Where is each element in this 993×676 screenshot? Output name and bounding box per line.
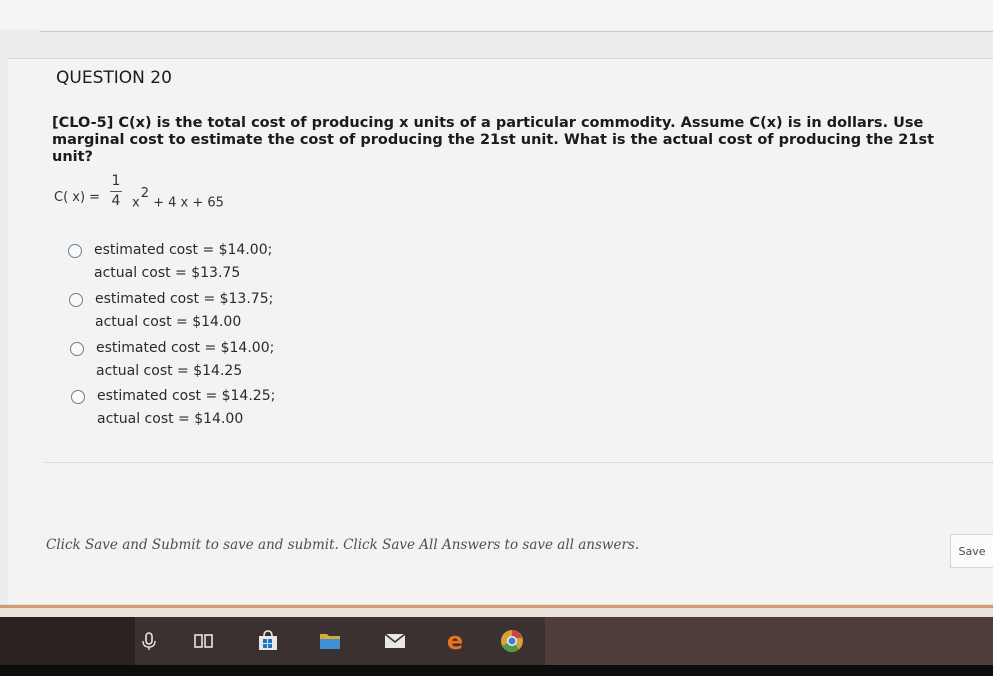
section-divider [44,462,993,463]
save-button[interactable]: Save [950,534,993,568]
formula-denominator: 4 [111,193,121,209]
cost-formula: C( x) = 1 4 x2 + 4 x + 65 [54,172,314,228]
answer-option-4[interactable]: estimated cost = $14.25; actual cost = $… [71,388,391,436]
formula-lhs: C( x) = [54,190,101,205]
question-number-label: QUESTION 20 [56,68,172,88]
question-text: [CLO-5] C(x) is the total cost of produc… [52,115,935,165]
file-explorer-icon[interactable] [315,626,345,656]
svg-text:e: e [447,627,463,655]
option-estimated-text: estimated cost = $14.00; [96,340,275,356]
mail-icon[interactable] [380,626,410,656]
top-divider [40,31,993,32]
option-estimated-text: estimated cost = $13.75; [95,291,274,307]
answer-option-1[interactable]: estimated cost = $14.00; actual cost = $… [68,242,388,290]
screen-bottom-edge [0,665,993,676]
formula-numerator: 1 [111,173,121,189]
answer-option-2[interactable]: estimated cost = $13.75; actual cost = $… [69,291,389,339]
option-actual-text: actual cost = $14.00 [95,314,242,330]
taskbar-right-area [545,617,993,665]
option-actual-text: actual cost = $14.00 [97,411,244,427]
store-icon[interactable] [253,626,283,656]
question-title: QUESTION 20 [56,58,356,98]
option-actual-text: actual cost = $14.25 [96,363,243,379]
status-line [0,605,993,608]
edge-icon[interactable]: e [440,626,470,656]
formula-exponent: 2 [140,186,149,201]
formula-fraction: 1 4 [108,172,124,210]
radio-button[interactable] [70,342,84,356]
radio-button[interactable] [71,390,85,404]
chrome-icon[interactable] [497,626,527,656]
microphone-icon[interactable] [134,626,164,656]
task-view-icon[interactable] [188,626,218,656]
option-actual-text: actual cost = $13.75 [94,265,241,281]
top-band [0,0,993,30]
submit-instructions: Click Save and Submit to save and submit… [46,537,640,553]
radio-button[interactable] [69,293,83,307]
option-estimated-text: estimated cost = $14.25; [97,388,276,404]
taskbar-left-area [0,617,135,665]
option-estimated-text: estimated cost = $14.00; [94,242,273,258]
radio-button[interactable] [68,244,82,258]
formula-rhs: x2 + 4 x + 65 [132,186,224,211]
formula-rest: + 4 x + 65 [153,195,224,211]
formula-variable: x [132,195,140,211]
answer-option-3[interactable]: estimated cost = $14.00; actual cost = $… [70,340,390,388]
